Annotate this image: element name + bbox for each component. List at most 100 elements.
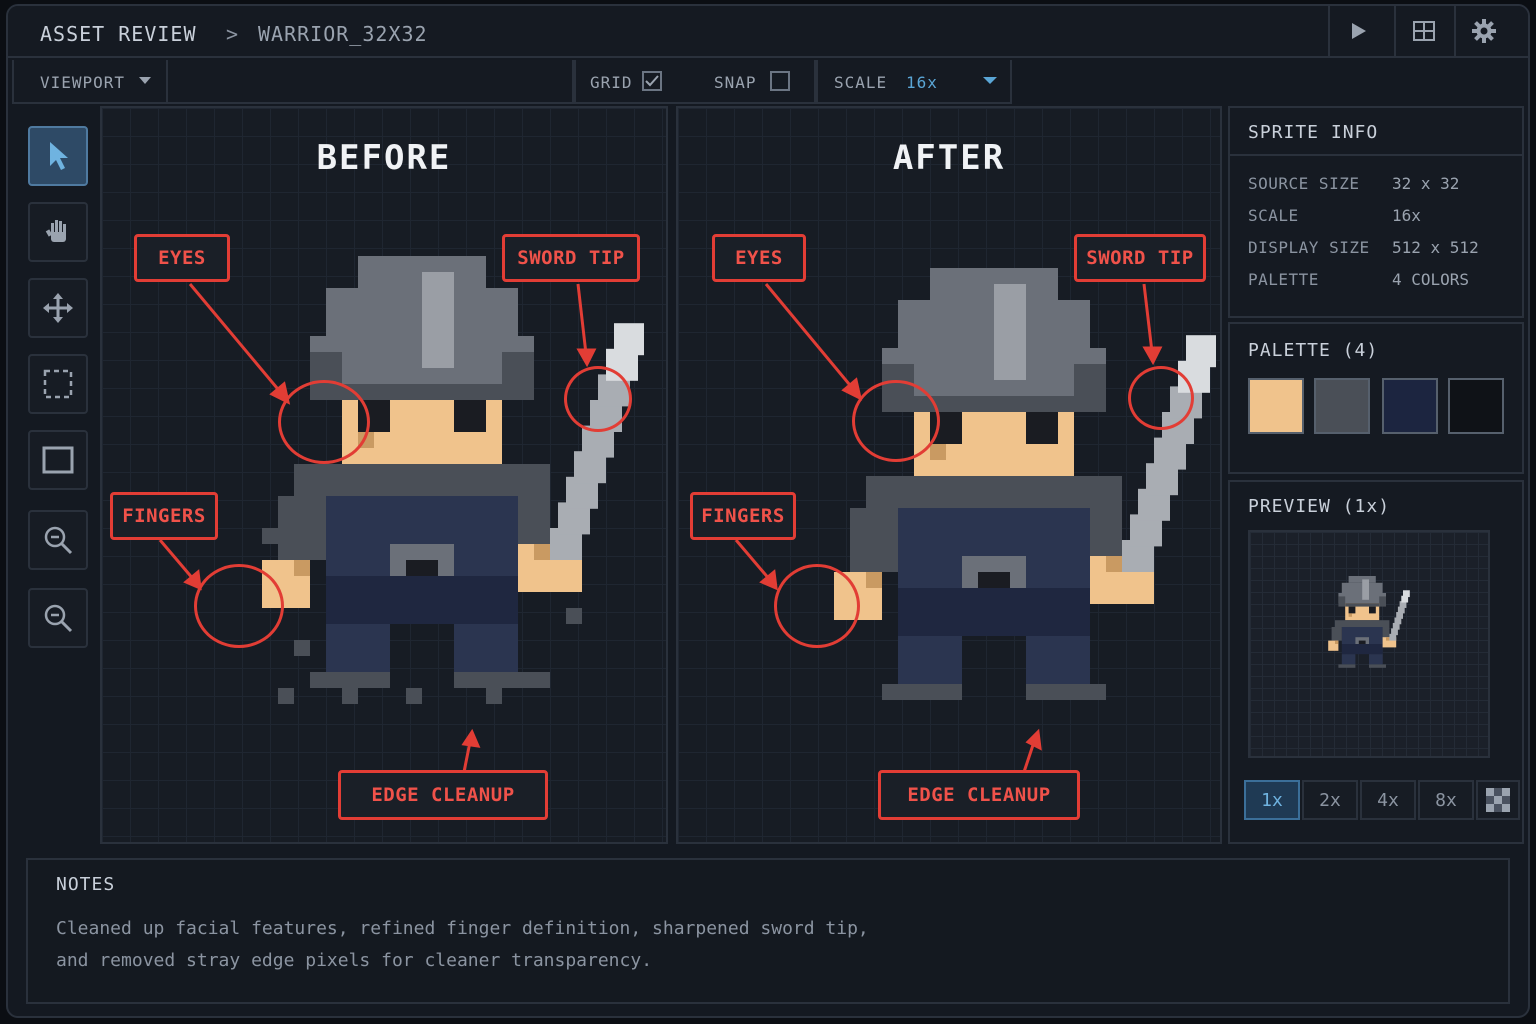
zoom-4x-button[interactable]: 4x	[1360, 780, 1416, 820]
zoom-out-button[interactable]	[28, 588, 88, 648]
hip-pixels	[326, 576, 518, 624]
breadcrumb-root[interactable]: ASSET REVIEW	[40, 22, 197, 46]
snap-checkbox[interactable]	[770, 71, 790, 91]
stray-edge-pixel	[342, 688, 358, 704]
select-tool-button[interactable]	[28, 126, 88, 186]
display-size-label: DISPLAY SIZE	[1248, 238, 1370, 257]
left-finger-pixel	[294, 560, 310, 576]
before-sprite	[262, 256, 644, 704]
right-finger-pixel	[534, 544, 550, 560]
notes-text-line-2: and removed stray edge pixels for cleane…	[56, 950, 653, 971]
stray-edge-pixel	[486, 688, 502, 704]
face-shade-pixel	[1348, 613, 1352, 617]
after-sword-tip-callout: SWORD TIP	[1074, 234, 1206, 282]
display-size-value: 512 x 512	[1392, 238, 1479, 257]
notes-text-line-1: Cleaned up facial features, refined fing…	[56, 918, 869, 939]
gear-icon	[1472, 19, 1496, 43]
play-icon	[1352, 23, 1366, 39]
palette-swatch-navy[interactable]	[1382, 378, 1438, 434]
zoom-8x-button[interactable]: 8x	[1418, 780, 1474, 820]
before-title: BEFORE	[316, 138, 452, 178]
after-fingers-callout: FINGERS	[690, 492, 796, 540]
left-arm-pixels	[278, 496, 326, 560]
sword-blade-pixel	[1186, 335, 1216, 368]
hip-pixels	[898, 588, 1090, 636]
sword-blade-pixel	[614, 323, 644, 356]
checkmark-icon	[645, 75, 659, 87]
before-eyes-callout: EYES	[134, 234, 230, 282]
source-size-label: SOURCE SIZE	[1248, 174, 1360, 193]
tool-palette	[12, 106, 98, 846]
right-leg-pixels	[1369, 654, 1383, 665]
after-edge-cleanup-callout: EDGE CLEANUP	[878, 770, 1080, 820]
before-panel: BEFORE EYES SWORD TIP FINGERS EDGE CLEAN…	[100, 106, 668, 844]
hand-tool-button[interactable]	[28, 202, 88, 262]
grid-label: GRID	[590, 73, 633, 92]
belt-hole-pixel	[1358, 640, 1366, 644]
move-icon	[43, 293, 73, 323]
after-sword-tip-highlight	[1128, 366, 1194, 430]
right-eye-pixels	[1026, 412, 1058, 444]
face-shadow-pixels	[1345, 603, 1380, 607]
after-fingers-highlight	[774, 564, 860, 648]
left-finger-pixel	[866, 572, 882, 588]
settings-button[interactable]	[1454, 6, 1512, 56]
preview-title: PREVIEW (1x)	[1248, 496, 1391, 517]
marquee-select-icon	[43, 369, 73, 399]
after-eyes-highlight	[852, 380, 940, 462]
palette-swatch-skin[interactable]	[1248, 378, 1304, 434]
title-bar: ASSET REVIEW > WARRIOR_32X32	[8, 6, 1528, 58]
stray-edge-pixel	[534, 672, 550, 688]
marquee-tool-button[interactable]	[28, 354, 88, 414]
transparency-toggle-button[interactable]	[1476, 780, 1520, 820]
snap-label: SNAP	[714, 73, 757, 92]
belt-hole-pixel	[978, 572, 1010, 588]
helmet-highlight-pixels	[1362, 579, 1369, 600]
right-boot-pixels	[1369, 664, 1386, 668]
rectangle-tool-button[interactable]	[28, 430, 88, 490]
palette-swatch-gray[interactable]	[1314, 378, 1370, 434]
right-leg-pixels	[454, 624, 518, 672]
chevron-down-icon	[139, 77, 151, 84]
layout-button[interactable]	[1394, 6, 1452, 56]
left-eye-pixels	[1348, 606, 1356, 614]
scale-info-label: SCALE	[1248, 206, 1299, 225]
sword-blade-pixel	[1403, 590, 1410, 598]
notes-panel: NOTES Cleaned up facial features, refine…	[26, 858, 1510, 1004]
right-boot-pixels	[1026, 684, 1106, 700]
after-eyes-callout: EYES	[712, 234, 806, 282]
chevron-down-icon	[983, 77, 997, 84]
checkerboard-icon	[1486, 788, 1510, 812]
shoulder-pixels	[866, 476, 1122, 508]
palette-swatch-black[interactable]	[1448, 378, 1504, 434]
play-button[interactable]	[1328, 6, 1386, 56]
shoulder-pixels	[294, 464, 550, 496]
move-tool-button[interactable]	[28, 278, 88, 338]
sprite-info-title: SPRITE INFO	[1248, 122, 1379, 143]
left-arm-pixels	[850, 508, 898, 572]
right-boot-pixels	[454, 672, 534, 688]
before-fingers-highlight	[194, 564, 284, 648]
notes-title: NOTES	[56, 874, 116, 895]
divider	[1230, 154, 1522, 156]
asset-review-window: ASSET REVIEW > WARRIOR_32X32 VIEWPORT GR…	[6, 4, 1530, 1018]
after-sprite	[834, 268, 1216, 700]
scale-dropdown[interactable]: SCALE 16x	[816, 60, 1012, 104]
helmet-pixels	[1341, 582, 1383, 593]
viewport-dropdown[interactable]: VIEWPORT	[12, 60, 168, 104]
zoom-in-button[interactable]	[28, 510, 88, 570]
zoom-2x-button[interactable]: 2x	[1302, 780, 1358, 820]
face-shade-pixel	[930, 444, 946, 460]
breadcrumb-current: WARRIOR_32X32	[258, 22, 428, 46]
preview-canvas	[1248, 530, 1490, 758]
zoom-1x-button[interactable]: 1x	[1244, 780, 1300, 820]
helmet-highlight-pixels	[994, 284, 1026, 380]
belt-hole-pixel	[406, 560, 438, 576]
grid-checkbox[interactable]	[642, 71, 662, 91]
source-size-value: 32 x 32	[1392, 174, 1460, 193]
after-title: AFTER	[892, 138, 1006, 178]
right-finger-pixel	[1106, 556, 1122, 572]
zoom-in-icon	[44, 526, 73, 555]
after-panel: AFTER EYES SWORD TIP FINGERS EDGE CLEANU…	[676, 106, 1222, 844]
viewport-label: VIEWPORT	[40, 73, 126, 92]
